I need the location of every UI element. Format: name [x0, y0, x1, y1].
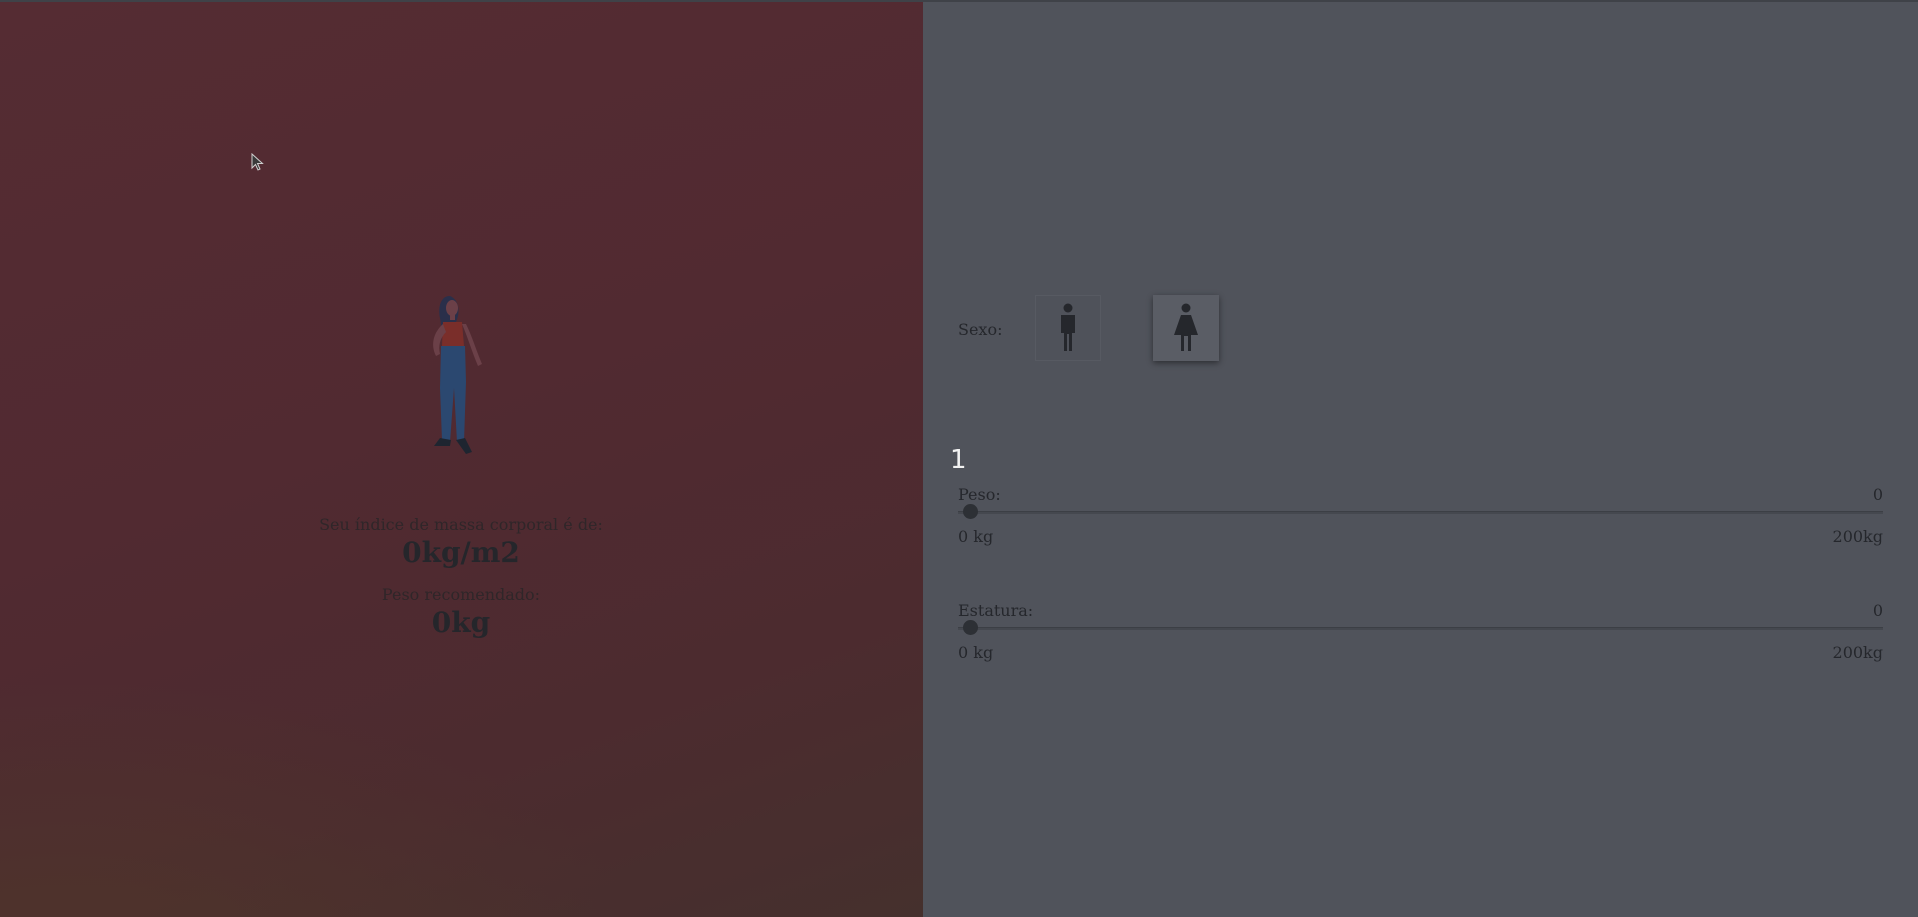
input-panel: Sexo: 1 Peso: 0 0 kg 200kg Estatura: 0 0… [923, 2, 1918, 917]
weight-min-label: 0 kg [958, 527, 994, 546]
bmi-label: Seu índice de massa corporal é de: [319, 515, 603, 534]
height-label: Estatura: [958, 601, 1034, 620]
weight-field: Peso: 0 0 kg 200kg [958, 484, 1883, 548]
female-icon [1174, 303, 1198, 351]
recommended-weight-value: 0kg [431, 606, 491, 639]
height-min-label: 0 kg [958, 643, 994, 662]
bmi-result: Seu índice de massa corporal é de: 0kg/m… [281, 514, 641, 640]
result-panel: Seu índice de massa corporal é de: 0kg/m… [0, 2, 923, 917]
height-max-label: 200kg [1832, 643, 1883, 662]
height-value: 0 [1872, 601, 1883, 620]
female-button[interactable] [1153, 295, 1219, 361]
height-field: Estatura: 0 0 kg 200kg [958, 600, 1883, 664]
mouse-cursor-icon [251, 153, 264, 171]
bmi-value: 0kg/m2 [402, 536, 520, 569]
weight-max-label: 200kg [1832, 527, 1883, 546]
step-number: 1 [950, 445, 967, 475]
male-icon [1061, 303, 1075, 351]
height-slider[interactable] [958, 620, 1883, 635]
weight-label: Peso: [958, 485, 1001, 504]
weight-slider-thumb[interactable] [963, 504, 978, 519]
male-button[interactable] [1035, 295, 1101, 361]
woman-illustration [433, 296, 482, 454]
weight-slider[interactable] [958, 504, 1883, 519]
weight-value: 0 [1872, 485, 1883, 504]
height-slider-thumb[interactable] [963, 620, 978, 635]
sex-label: Sexo: [958, 320, 1003, 339]
recommended-weight-label: Peso recomendado: [381, 585, 541, 604]
